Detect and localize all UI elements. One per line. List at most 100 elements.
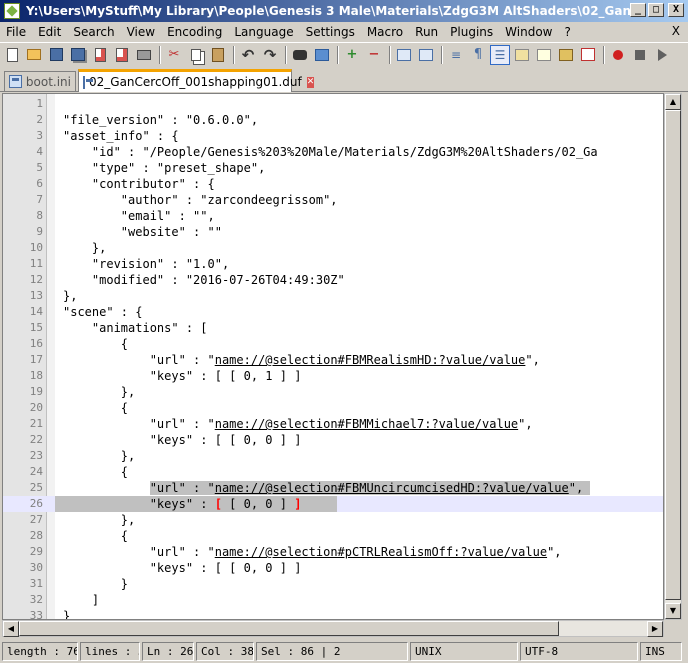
code-line[interactable]: 8 "email" : "", [3, 208, 663, 224]
code-line[interactable]: 11 "revision" : "1.0", [3, 256, 663, 272]
code-line[interactable]: 25 "url" : "name://@selection#FBMUncircu… [3, 480, 663, 496]
tab-close-icon[interactable]: ✕ [306, 76, 315, 88]
maximize-button[interactable]: □ [648, 3, 664, 17]
function-list-icon[interactable] [534, 45, 554, 65]
code-line[interactable]: 15 "animations" : [ [3, 320, 663, 336]
code-line[interactable]: 16 { [3, 336, 663, 352]
monitoring-icon[interactable] [578, 45, 598, 65]
save-all-icon[interactable] [68, 45, 88, 65]
code-line[interactable]: 31 } [3, 576, 663, 592]
folder-workspace-icon[interactable] [556, 45, 576, 65]
print-icon[interactable] [134, 45, 154, 65]
horizontal-scroll-thumb[interactable] [19, 621, 559, 636]
code-line[interactable]: 27 }, [3, 512, 663, 528]
code-line[interactable]: 19 }, [3, 384, 663, 400]
horizontal-scrollbar[interactable]: ◀ ▶ [2, 620, 664, 637]
sync-vertical-icon[interactable] [394, 45, 414, 65]
code-line[interactable]: 33} [3, 608, 663, 619]
code-line[interactable]: 24 { [3, 464, 663, 480]
minimize-button[interactable]: _ [630, 3, 646, 17]
code-line[interactable]: 3 "asset_info" : { [3, 128, 663, 144]
undo-icon[interactable]: ↶ [238, 45, 258, 65]
code-text: "url" : "name://@selection#pCTRLRealismO… [63, 545, 562, 559]
open-file-icon[interactable] [24, 45, 44, 65]
menu-file[interactable]: File [6, 25, 26, 39]
cut-icon[interactable]: ✂ [164, 45, 184, 65]
code-text: }, [63, 513, 136, 527]
code-line[interactable]: 10 }, [3, 240, 663, 256]
code-line[interactable]: 22 "keys" : [ [ 0, 0 ] ] [3, 432, 663, 448]
sync-horizontal-icon[interactable] [416, 45, 436, 65]
menu-plugins[interactable]: Plugins [450, 25, 493, 39]
scroll-down-icon[interactable]: ▼ [665, 603, 681, 619]
document-close-button[interactable]: X [672, 24, 680, 38]
code-line[interactable]: 14 "scene" : { [3, 304, 663, 320]
stop-record-icon[interactable] [630, 45, 650, 65]
close-icon[interactable] [90, 45, 110, 65]
code-line[interactable]: 23 }, [3, 448, 663, 464]
menu-language[interactable]: Language [234, 25, 293, 39]
vertical-scrollbar[interactable]: ▲ ▼ [664, 93, 682, 620]
code-line[interactable]: 7 "author" : "zarcondeegrissom", [3, 192, 663, 208]
zoom-in-icon[interactable]: + [342, 45, 362, 65]
code-editor[interactable]: 1 2 "file_version" : "0.6.0.0", 3 "asset_inf… [2, 93, 664, 620]
zoom-out-icon[interactable]: − [364, 45, 384, 65]
new-file-icon[interactable] [2, 45, 22, 65]
copy-icon[interactable] [186, 45, 206, 65]
find-icon[interactable] [290, 45, 310, 65]
scroll-right-icon[interactable]: ▶ [647, 621, 663, 637]
tab-active-document[interactable]: 02_GanCercOff_001shapping01.duf ✕ [78, 69, 315, 92]
code-line[interactable]: 9 "website" : "" [3, 224, 663, 240]
code-line[interactable]: 12 "modified" : "2016-07-26T04:49:30Z" [3, 272, 663, 288]
code-line[interactable]: 32 ] [3, 592, 663, 608]
code-line[interactable]: 29 "url" : "name://@selection#pCTRLReali… [3, 544, 663, 560]
menu-run[interactable]: Run [415, 25, 438, 39]
code-line[interactable]: 6 "contributor" : { [3, 176, 663, 192]
record-macro-icon[interactable] [608, 45, 628, 65]
scroll-left-icon[interactable]: ◀ [3, 621, 19, 637]
code-line[interactable]: 18 "keys" : [ [ 0, 1 ] ] [3, 368, 663, 384]
code-line[interactable]: 21 "url" : "name://@selection#FBMMichael… [3, 416, 663, 432]
replace-icon[interactable] [312, 45, 332, 65]
code-text: { [63, 401, 129, 415]
code-text: "keys" : [ [ 0, 0 ] ] [63, 497, 302, 511]
code-text: "email" : "", [63, 209, 215, 223]
menu-help[interactable]: ? [564, 25, 570, 39]
line-number: 22 [29, 433, 43, 446]
indent-guide-icon[interactable]: ☰ [490, 44, 510, 65]
code-line[interactable]: 30 "keys" : [ [ 0, 0 ] ] [3, 560, 663, 576]
paste-icon[interactable] [208, 45, 228, 65]
tab-boot-ini[interactable]: boot.ini [4, 71, 76, 91]
word-wrap-icon[interactable]: ≡ [446, 45, 466, 65]
redo-icon[interactable]: ↷ [260, 45, 280, 65]
title-bar: Y:\Users\MyStuff\My Library\People\Genes… [0, 0, 688, 22]
code-line[interactable]: 20 { [3, 400, 663, 416]
code-line[interactable]: 2 "file_version" : "0.6.0.0", [3, 112, 663, 128]
menu-search[interactable]: Search [73, 25, 114, 39]
menu-window[interactable]: Window [505, 25, 552, 39]
code-line[interactable]: 28 { [3, 528, 663, 544]
play-macro-icon[interactable] [652, 45, 672, 65]
code-line[interactable]: 13}, [3, 288, 663, 304]
close-button[interactable]: X [668, 3, 684, 17]
code-line[interactable]: 5 "type" : "preset_shape", [3, 160, 663, 176]
code-line[interactable]: 17 "url" : "name://@selection#FBMRealism… [3, 352, 663, 368]
menu-edit[interactable]: Edit [38, 25, 61, 39]
code-text: "contributor" : { [63, 177, 215, 191]
menu-encoding[interactable]: Encoding [167, 25, 222, 39]
menu-view[interactable]: View [127, 25, 155, 39]
close-all-icon[interactable] [112, 45, 132, 65]
code-line[interactable]: 4 "id" : "/People/Genesis%203%20Male/Mat… [3, 144, 663, 160]
menu-macro[interactable]: Macro [367, 25, 403, 39]
vertical-scroll-thumb[interactable] [665, 110, 681, 600]
code-line[interactable]: 26 "keys" : [ [ 0, 0 ] ] [3, 496, 663, 512]
menu-settings[interactable]: Settings [306, 25, 355, 39]
status-lines: lines : 34 [80, 642, 140, 661]
line-number: 28 [29, 529, 43, 542]
document-map-icon[interactable] [512, 45, 532, 65]
code-line[interactable]: 1 [3, 96, 663, 112]
show-all-chars-icon[interactable]: ¶ [468, 45, 488, 65]
save-icon[interactable] [46, 45, 66, 65]
scroll-up-icon[interactable]: ▲ [665, 94, 681, 110]
code-text: { [63, 465, 129, 479]
